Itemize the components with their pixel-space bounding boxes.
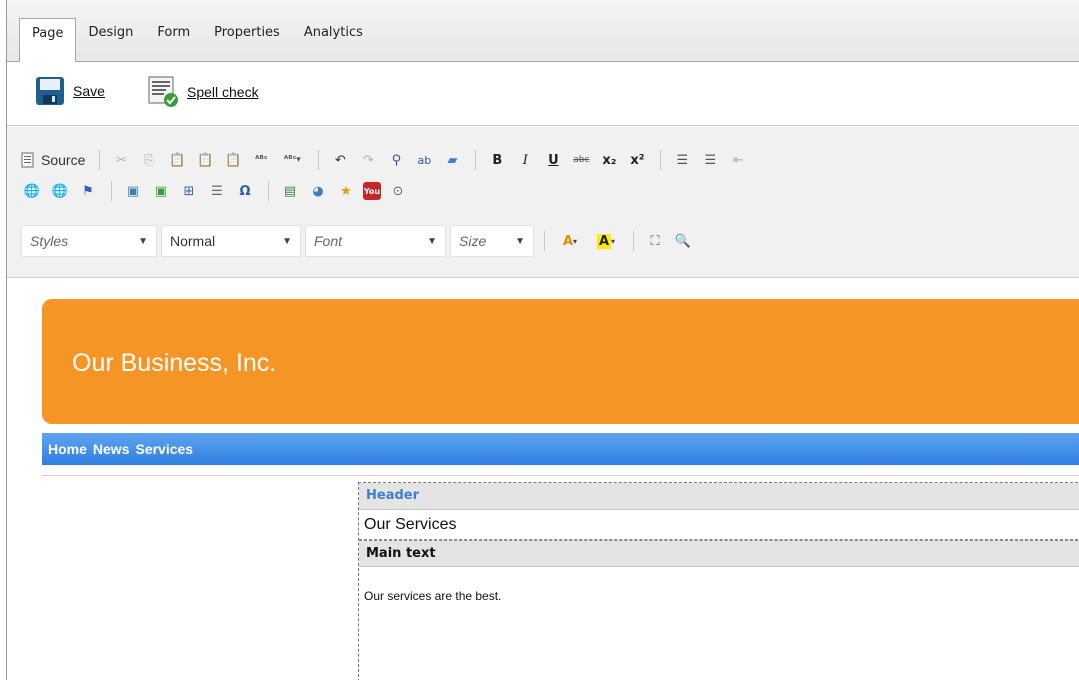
- star-icon[interactable]: ★: [335, 180, 357, 202]
- main-text-field[interactable]: Our services are the best.: [359, 567, 1079, 603]
- unlink-icon[interactable]: 🌐: [49, 180, 71, 202]
- paste-word-icon[interactable]: 📋: [222, 149, 244, 171]
- separator: [633, 231, 634, 251]
- site-navigation: Home News Services: [42, 433, 1079, 465]
- outdent-icon[interactable]: ⇤: [727, 149, 749, 171]
- chevron-down-icon: ▼: [515, 235, 525, 247]
- site-banner: Our Business, Inc.: [42, 299, 1079, 424]
- styles-dropdown-label: Styles: [30, 233, 69, 249]
- youtube-icon[interactable]: You: [363, 182, 381, 200]
- spell-check-label: Spell check: [187, 84, 259, 100]
- superscript-icon[interactable]: x²: [626, 149, 648, 171]
- separator: [111, 181, 112, 201]
- chevron-down-icon: ▼: [138, 235, 148, 247]
- background-color-icon[interactable]: A ▾: [591, 230, 621, 252]
- save-label: Save: [73, 83, 105, 99]
- chart-icon[interactable]: ◕: [307, 180, 329, 202]
- chevron-down-icon: ▼: [282, 235, 292, 247]
- tab-bar: Page Design Form Properties Analytics: [7, 0, 1079, 63]
- paste-icon[interactable]: 📋: [166, 149, 188, 171]
- maximize-icon[interactable]: ⛶: [644, 230, 666, 252]
- find-icon[interactable]: ⚲: [385, 149, 407, 171]
- header-region-label: Header: [359, 483, 1079, 510]
- divider: [42, 475, 1079, 476]
- image-icon[interactable]: ▣: [122, 180, 144, 202]
- subscript-icon[interactable]: x₂: [598, 149, 620, 171]
- spellcheck-document-icon: [148, 76, 178, 107]
- widget-icon[interactable]: ⊙: [387, 180, 409, 202]
- tab-page[interactable]: Page: [19, 18, 77, 63]
- size-dropdown-label: Size: [459, 233, 487, 249]
- table-icon[interactable]: ⊞: [178, 180, 200, 202]
- paste-text-icon[interactable]: 📋: [194, 149, 216, 171]
- link-icon[interactable]: 🌐: [21, 180, 43, 202]
- separator: [475, 150, 477, 170]
- toolbar-row-3: Styles ▼ Normal ▼ Font ▼ Size ▼ A ▾ A ▾ ⛶ …: [21, 225, 700, 257]
- preview-icon[interactable]: 🔍: [672, 230, 694, 252]
- save-button[interactable]: Save: [35, 76, 105, 106]
- action-toolbar: Save Spell check: [7, 62, 1079, 126]
- source-document-icon: [21, 152, 34, 168]
- spellcheck-menu-icon[interactable]: ᴬᴮᶜ▾: [278, 149, 306, 171]
- header-field[interactable]: Our Services: [359, 510, 1079, 540]
- template-icon[interactable]: ▤: [279, 180, 301, 202]
- separator: [318, 150, 320, 170]
- tab-form[interactable]: Form: [145, 18, 202, 50]
- styles-dropdown[interactable]: Styles ▼: [21, 225, 157, 257]
- bold-icon[interactable]: B: [486, 149, 508, 171]
- copy-icon[interactable]: ⎘: [138, 149, 160, 171]
- nav-link-news[interactable]: News: [93, 441, 130, 457]
- strikethrough-icon[interactable]: abc: [570, 149, 592, 171]
- toolbar-row-1: Source ✂ ⎘ 📋 📋 📋 ᴬᴮᶜ ᴬᴮᶜ▾ ↶ ↷ ⚲ ab ▰ B I…: [21, 147, 755, 173]
- source-label: Source: [41, 152, 86, 168]
- editor-content: Our Business, Inc. Home News Services He…: [7, 279, 1079, 680]
- insert-image-icon[interactable]: ▣: [150, 180, 172, 202]
- eraser-icon[interactable]: ▰: [441, 149, 463, 171]
- separator: [99, 150, 101, 170]
- font-dropdown-label: Font: [314, 233, 343, 249]
- numbered-list-icon[interactable]: ☰: [671, 149, 693, 171]
- source-button[interactable]: Source: [21, 152, 85, 168]
- tab-properties[interactable]: Properties: [202, 18, 292, 50]
- editor-window: Page Design Form Properties Analytics Sa…: [6, 0, 1079, 680]
- horizontal-rule-icon[interactable]: ☰: [206, 180, 228, 202]
- cut-icon[interactable]: ✂: [110, 149, 132, 171]
- underline-icon[interactable]: U: [542, 149, 564, 171]
- format-dropdown-label: Normal: [170, 233, 216, 249]
- format-dropdown[interactable]: Normal ▼: [161, 225, 301, 257]
- anchor-icon[interactable]: ⚑: [77, 180, 99, 202]
- editable-region: Header Our Services Main text Our servic…: [358, 482, 1079, 680]
- bulleted-list-icon[interactable]: ☰: [699, 149, 721, 171]
- rich-text-toolbar: Source ✂ ⎘ 📋 📋 📋 ᴬᴮᶜ ᴬᴮᶜ▾ ↶ ↷ ⚲ ab ▰ B I…: [7, 127, 1079, 278]
- special-char-icon[interactable]: Ω: [234, 180, 256, 202]
- nav-link-home[interactable]: Home: [48, 441, 87, 457]
- spellcheck-icon[interactable]: ᴬᴮᶜ: [250, 149, 272, 171]
- tab-analytics[interactable]: Analytics: [292, 18, 375, 50]
- separator: [268, 181, 269, 201]
- main-text-region-label: Main text: [359, 540, 1079, 567]
- replace-icon[interactable]: ab: [413, 149, 435, 171]
- font-dropdown[interactable]: Font ▼: [305, 225, 446, 257]
- undo-icon[interactable]: ↶: [329, 149, 351, 171]
- redo-icon[interactable]: ↷: [357, 149, 379, 171]
- italic-icon[interactable]: I: [514, 149, 536, 171]
- tab-design[interactable]: Design: [76, 18, 145, 50]
- spell-check-button[interactable]: Spell check: [147, 76, 259, 108]
- chevron-down-icon: ▼: [427, 235, 437, 247]
- floppy-disk-icon: [36, 77, 64, 105]
- banner-title: Our Business, Inc.: [72, 349, 277, 377]
- nav-link-services[interactable]: Services: [135, 441, 193, 457]
- size-dropdown[interactable]: Size ▼: [450, 225, 534, 257]
- toolbar-row-2: 🌐 🌐 ⚑ ▣ ▣ ⊞ ☰ Ω ▤ ◕ ★ You ⊙: [21, 178, 415, 204]
- separator: [544, 231, 545, 251]
- text-color-icon[interactable]: A ▾: [555, 230, 585, 252]
- separator: [660, 150, 662, 170]
